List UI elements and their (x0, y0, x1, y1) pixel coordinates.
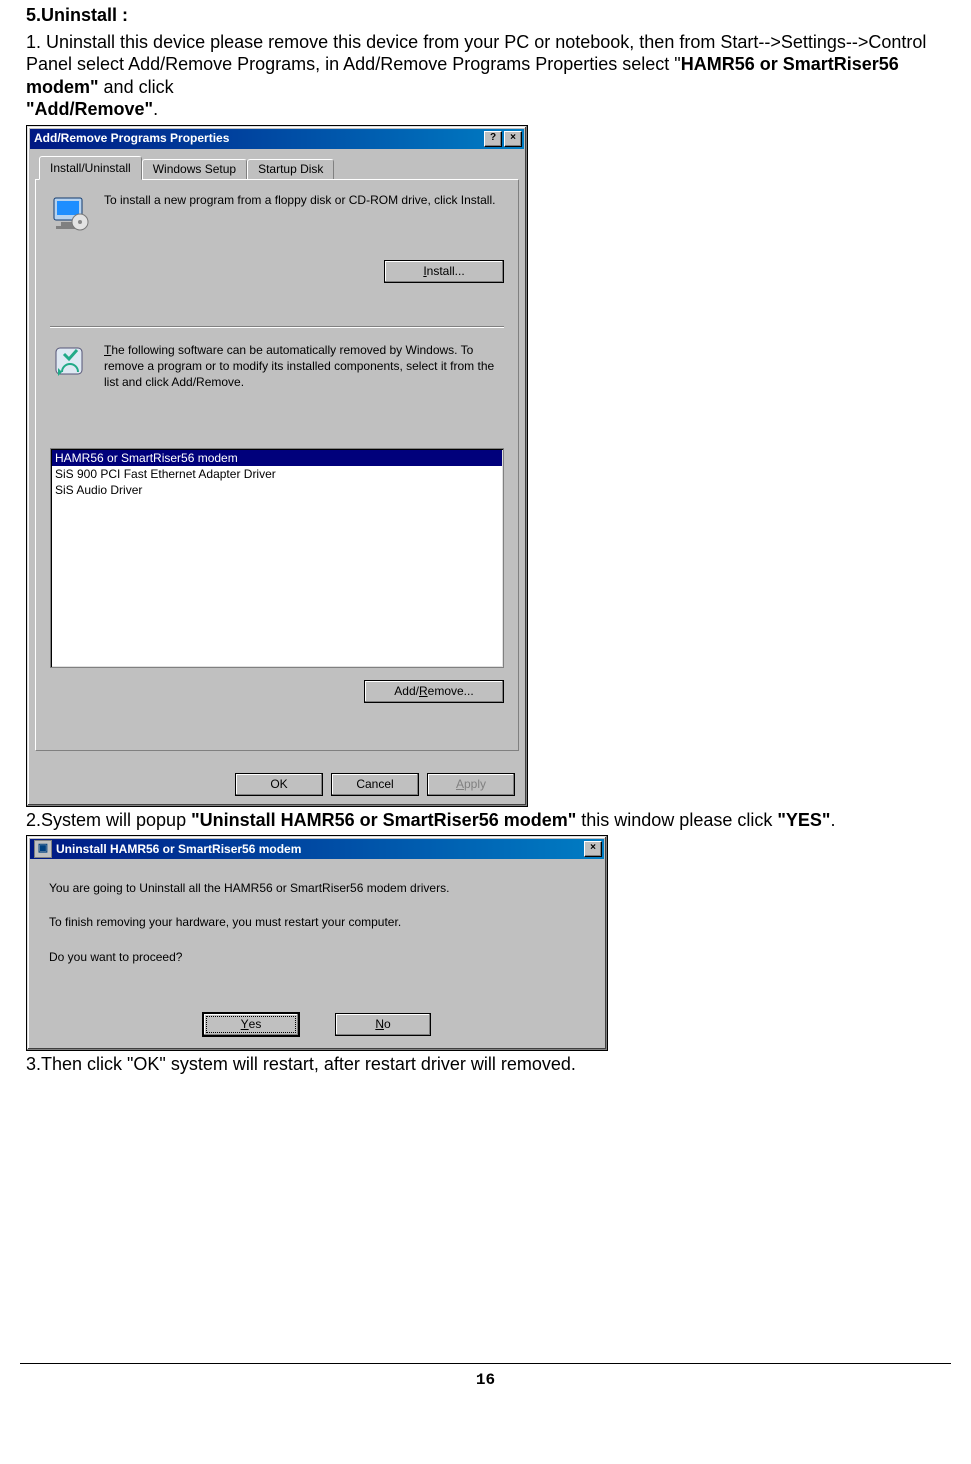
step2-text-d: . (830, 810, 835, 830)
add-remove-button[interactable]: Add/Remove... (364, 680, 504, 703)
dialog2-title: Uninstall HAMR56 or SmartRiser56 modem (56, 842, 582, 857)
tab-strip: Install/Uninstall Windows Setup Startup … (27, 149, 527, 179)
dialog1-titlebar: Add/Remove Programs Properties ? × (30, 129, 524, 149)
tab-install-uninstall[interactable]: Install/Uninstall (39, 156, 142, 180)
install-icon (50, 192, 90, 232)
confirm-line3: Do you want to proceed? (49, 950, 585, 964)
tab-startup-disk[interactable]: Startup Disk (247, 159, 334, 180)
list-item[interactable]: SiS 900 PCI Fast Ethernet Adapter Driver (52, 466, 502, 482)
page-number: 16 (476, 1371, 495, 1389)
dialog1-button-row: OK Cancel Apply (235, 773, 515, 796)
ok-button[interactable]: OK (235, 773, 323, 796)
no-button[interactable]: No (335, 1013, 431, 1036)
close-button[interactable]: × (584, 841, 602, 857)
install-description: To install a new program from a floppy d… (104, 192, 504, 208)
dialog1-title: Add/Remove Programs Properties (34, 131, 482, 146)
step2-text-c: this window please click (576, 810, 777, 830)
separator (50, 326, 504, 328)
add-remove-programs-dialog: Add/Remove Programs Properties ? × Insta… (26, 125, 528, 807)
uninstall-confirm-dialog: ▣ Uninstall HAMR56 or SmartRiser56 modem… (26, 835, 608, 1051)
cancel-button[interactable]: Cancel (331, 773, 419, 796)
step3-paragraph: 3.Then click "OK" system will restart, a… (26, 1053, 951, 1076)
step2-num: 2. (26, 810, 41, 830)
close-button[interactable]: × (504, 131, 522, 147)
install-button[interactable]: Install... (384, 260, 504, 283)
uninstall-app-icon: ▣ (34, 840, 52, 858)
confirm-button-row: Yes No (27, 1013, 607, 1036)
step1-text-b: and click (99, 77, 174, 97)
step2-paragraph: 2.System will popup "Uninstall HAMR56 or… (26, 809, 951, 832)
tab-windows-setup[interactable]: Windows Setup (142, 159, 247, 180)
programs-listbox[interactable]: HAMR56 or SmartRiser56 modem SiS 900 PCI… (50, 448, 504, 668)
page-footer: 16 (20, 1363, 951, 1400)
step1-bold2: "Add/Remove" (26, 99, 153, 119)
install-section: To install a new program from a floppy d… (50, 192, 504, 208)
list-item[interactable]: SiS Audio Driver (52, 482, 502, 498)
confirm-line2: To finish removing your hardware, you mu… (49, 915, 585, 929)
apply-button[interactable]: Apply (427, 773, 515, 796)
help-button[interactable]: ? (484, 131, 502, 147)
list-item[interactable]: HAMR56 or SmartRiser56 modem (52, 450, 502, 466)
confirm-line1: You are going to Uninstall all the HAMR5… (49, 881, 585, 895)
yes-button[interactable]: Yes (203, 1013, 299, 1036)
remove-section: The following software can be automatica… (50, 342, 504, 391)
tab-panel: To install a new program from a floppy d… (35, 179, 519, 751)
uninstall-heading: 5.Uninstall : (26, 5, 128, 25)
step2-text-b: System will popup (41, 810, 191, 830)
dialog2-titlebar: ▣ Uninstall HAMR56 or SmartRiser56 modem… (30, 839, 604, 859)
confirm-body: You are going to Uninstall all the HAMR5… (27, 859, 607, 994)
step1-paragraph: 1. Uninstall this device please remove t… (26, 31, 951, 121)
step1-text-c: . (153, 99, 158, 119)
uninstall-icon (50, 342, 90, 382)
step2-bold: "Uninstall HAMR56 or SmartRiser56 modem" (191, 810, 576, 830)
step2-bold2: "YES" (777, 810, 830, 830)
remove-description: The following software can be automatica… (104, 342, 504, 391)
